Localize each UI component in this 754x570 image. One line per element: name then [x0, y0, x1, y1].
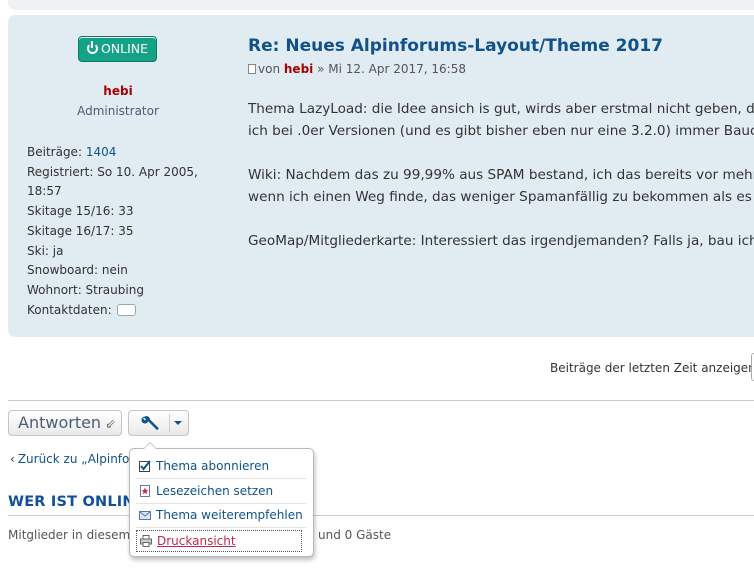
- power-icon: [86, 41, 98, 54]
- post-meta: von hebi » Mi 12. Apr 2017, 16:58: [248, 62, 466, 76]
- dropdown-divider: [136, 478, 306, 479]
- previous-post-edge: [8, 0, 754, 10]
- profile-field: Ski: ja: [27, 243, 64, 258]
- wrench-icon: [141, 416, 159, 430]
- post-author-profile: Beiträge: 1404 Registriert: So 10. Apr 2…: [27, 143, 207, 320]
- post-meta-author[interactable]: hebi: [284, 62, 313, 76]
- post-body-line: Wiki: Nachdem das zu 99,99% aus SPAM bes…: [248, 167, 754, 183]
- dropdown-separator: [169, 414, 170, 432]
- profile-contact-label: Kontaktdaten:: [27, 302, 112, 317]
- post-icon[interactable]: [248, 64, 256, 74]
- checkbox-icon: [139, 460, 151, 472]
- dropdown-item-label: Thema weiterempfehlen: [156, 508, 303, 522]
- dropdown-item-print[interactable]: Druckansicht: [136, 530, 302, 552]
- profile-posts-row: Beiträge: 1404: [27, 143, 207, 163]
- topic-tools-button[interactable]: [128, 410, 189, 436]
- online-label: ONLINE: [100, 41, 149, 56]
- who-is-online-heading: WER IST ONLINE: [8, 494, 145, 510]
- post-author-username[interactable]: hebi: [0, 84, 236, 98]
- bookmark-icon: [140, 485, 150, 497]
- dropdown-divider: [136, 527, 306, 528]
- post-meta-von: von: [258, 62, 281, 76]
- post-body-line: ich bei .0er Versionen (und es gibt bish…: [248, 123, 754, 139]
- printer-icon: [140, 535, 152, 547]
- dropdown-item-subscribe[interactable]: Thema abonnieren: [136, 455, 302, 477]
- dropdown-item-label: Druckansicht: [157, 534, 236, 548]
- post-meta-date: » Mi 12. Apr 2017, 16:58: [317, 62, 466, 76]
- post-author-rank: Administrator: [77, 104, 159, 118]
- reply-button-label: Antworten: [18, 413, 102, 432]
- post-body-line: Thema LazyLoad: die Idee ansich is gut, …: [248, 101, 754, 117]
- post-body-line: wenn ich einen Weg finde, das weniger Sp…: [248, 189, 754, 205]
- reply-arrow-icon: ⇙: [105, 417, 116, 432]
- profile-registered: Registriert: So 10. Apr 2005, 18:57: [27, 164, 198, 199]
- dropdown-item-bookmark[interactable]: Lesezeichen setzen: [136, 480, 302, 502]
- profile-field: Skitage 16/17: 35: [27, 223, 134, 238]
- profile-posts-label: Beiträge:: [27, 145, 82, 159]
- who-is-online-divider: [8, 515, 754, 516]
- back-to-forum-label: Zurück zu „Alpinfor: [17, 452, 135, 466]
- profile-posts-link[interactable]: 1404: [86, 145, 117, 159]
- profile-field: Skitage 15/16: 33: [27, 204, 134, 219]
- back-to-forum-link[interactable]: ‹ Zurück zu „Alpinfor: [10, 452, 134, 466]
- chevron-down-icon[interactable]: [174, 421, 182, 425]
- speech-bubble-icon[interactable]: [117, 303, 137, 316]
- divider: [8, 400, 754, 401]
- who-is-online-guests: und 0 Gäste: [318, 528, 392, 542]
- online-status-badge: ONLINE: [78, 36, 157, 62]
- profile-contact-row: Kontaktdaten:: [27, 301, 207, 321]
- reply-button[interactable]: Antworten ⇙: [8, 410, 122, 436]
- topic-tools-dropdown: Thema abonnieren Lesezeichen setzen Them…: [129, 442, 314, 557]
- sort-days-label: Beiträge der letzten Zeit anzeigen:: [550, 361, 754, 375]
- post-body: Thema LazyLoad: die Idee ansich is gut, …: [248, 98, 754, 252]
- dropdown-item-label: Thema abonnieren: [156, 459, 270, 473]
- post-title[interactable]: Re: Neues Alpinforums-Layout/Theme 2017: [248, 36, 663, 56]
- dropdown-item-recommend[interactable]: Thema weiterempfehlen: [136, 504, 303, 526]
- chevron-left-icon: ‹: [10, 452, 15, 466]
- post-body-line: GeoMap/Mitgliederkarte: Interessiert das…: [248, 233, 754, 249]
- dropdown-item-label: Lesezeichen setzen: [156, 484, 274, 498]
- profile-field: Wohnort: Straubing: [27, 282, 144, 297]
- who-is-online-text: Mitglieder in diesem: [8, 528, 131, 542]
- envelope-icon: [139, 511, 151, 520]
- profile-field: Snowboard: nein: [27, 263, 128, 278]
